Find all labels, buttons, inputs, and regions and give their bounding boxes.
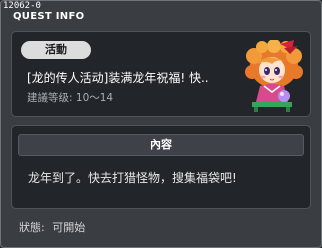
window-title: QUEST INFO	[13, 11, 85, 22]
quest-info-window: 12062-0 QUEST INFO 活動 [龙的传人活动]装满龙年祝福! 快.…	[0, 0, 322, 248]
npc-girl-portrait-icon	[245, 40, 303, 112]
quest-category-badge: 活動	[21, 41, 91, 59]
status-value: 可開始	[52, 221, 86, 234]
content-header: 內容	[18, 134, 304, 156]
quest-name[interactable]: [龙的传人活动]装满龙年祝福! 快..	[27, 71, 209, 85]
level-value: 10～14	[75, 92, 114, 104]
status-label: 狀態:	[19, 221, 45, 234]
content-text: 龙年到了。快去打猎怪物，搜集福袋吧!	[28, 171, 237, 185]
quest-level: 建議等级: 10～14	[27, 92, 113, 105]
quest-status: 狀態: 可開始	[19, 221, 89, 235]
level-label: 建議等级:	[27, 92, 73, 104]
quest-content-panel: 內容 龙年到了。快去打猎怪物，搜集福袋吧!	[11, 125, 311, 209]
quest-summary-panel: 活動 [龙的传人活动]装满龙年祝福! 快.. 建議等级: 10～14	[11, 31, 311, 117]
